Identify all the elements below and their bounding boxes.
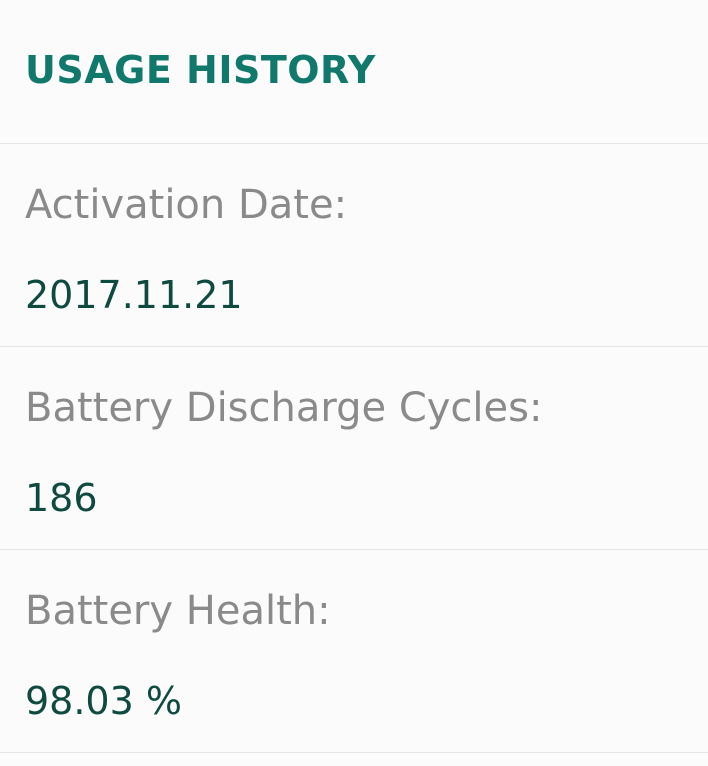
discharge-cycles-row: Battery Discharge Cycles: 186 bbox=[0, 347, 708, 550]
section-title: USAGE HISTORY bbox=[25, 48, 376, 92]
battery-health-label: Battery Health: bbox=[25, 588, 331, 634]
usage-history-screen: USAGE HISTORY Activation Date: 2017.11.2… bbox=[0, 0, 708, 766]
activation-date-row: Activation Date: 2017.11.21 bbox=[0, 144, 708, 347]
section-header: USAGE HISTORY bbox=[0, 0, 708, 144]
battery-health-value: 98.03 % bbox=[25, 679, 182, 723]
battery-health-row: Battery Health: 98.03 % bbox=[0, 550, 708, 753]
activation-date-label: Activation Date: bbox=[25, 182, 348, 228]
discharge-cycles-value: 186 bbox=[25, 476, 98, 520]
activation-date-value: 2017.11.21 bbox=[25, 273, 243, 317]
discharge-cycles-label: Battery Discharge Cycles: bbox=[25, 385, 543, 431]
